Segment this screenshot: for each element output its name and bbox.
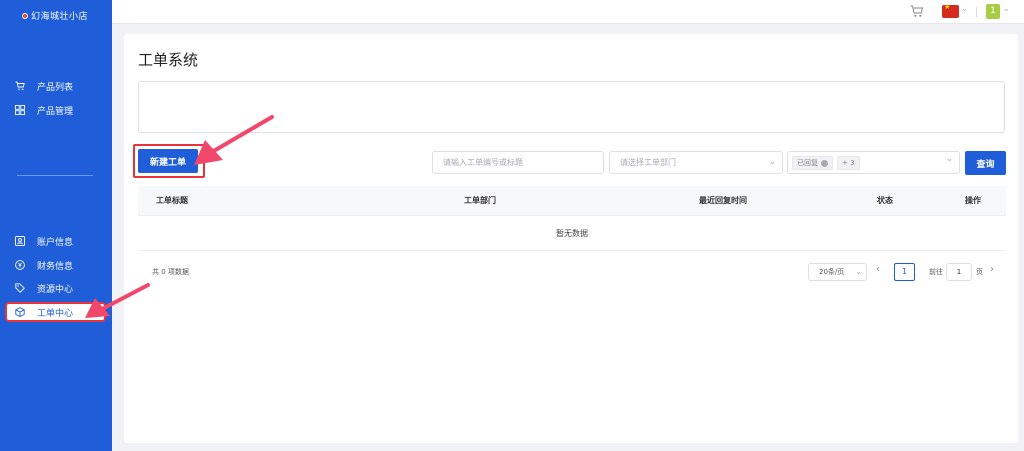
column-header-department: 工单部门: [464, 196, 496, 205]
column-header-actions: 操作: [965, 196, 981, 205]
sidebar-item-finance[interactable]: 财务信息: [14, 256, 73, 274]
avatar[interactable]: 1: [986, 4, 1000, 19]
close-icon[interactable]: [821, 159, 828, 167]
page-size-value: 20条/页: [819, 268, 845, 276]
chevron-down-icon[interactable]: ⌄: [1003, 4, 1010, 13]
chevron-down-icon[interactable]: ⌄: [961, 4, 968, 13]
sidebar-item-resources[interactable]: 资源中心: [14, 279, 73, 297]
goto-page-input[interactable]: 1: [946, 263, 972, 281]
empty-state: 暂无数据: [138, 216, 1006, 251]
logo-text: 幻海城壮小店: [31, 12, 89, 22]
sidebar: 幻海城壮小店 产品列表 产品管理 账户信息 财务信息 资源中心 工单中心: [0, 0, 112, 451]
logo[interactable]: 幻海城壮小店: [22, 9, 88, 22]
logo-icon: [22, 12, 28, 19]
prev-page-icon[interactable]: ‹: [876, 264, 880, 275]
sidebar-item-account[interactable]: 账户信息: [14, 232, 73, 250]
coin-icon: [14, 260, 26, 270]
sidebar-item-label: 产品管理: [37, 106, 74, 117]
grid-icon: [14, 105, 26, 115]
notice-textarea[interactable]: [138, 81, 1005, 133]
page-title: 工单系统: [138, 51, 199, 69]
sidebar-item-label: 财务信息: [37, 261, 74, 272]
sidebar-item-label: 账户信息: [37, 237, 74, 248]
cart-icon: [14, 81, 26, 91]
column-header-status: 状态: [877, 196, 893, 205]
column-header-last-reply: 最近回复时间: [699, 196, 747, 205]
sidebar-item-label: 工单中心: [37, 308, 74, 319]
goto-label: 前往: [929, 268, 943, 276]
tag-icon: [14, 283, 26, 293]
chevron-down-icon: ⌄: [768, 157, 776, 167]
sidebar-item-label: 产品列表: [37, 82, 74, 93]
sidebar-item-ticket-center[interactable]: 工单中心: [5, 302, 106, 322]
top-bar: ⌄ 1 ⌄: [112, 0, 1024, 24]
sidebar-divider: [17, 175, 93, 176]
department-select[interactable]: 请选择工单部门 ⌄: [609, 151, 783, 174]
chevron-down-icon: ⌄: [945, 154, 953, 164]
next-page-icon[interactable]: ›: [990, 264, 994, 275]
query-button[interactable]: 查询: [965, 151, 1006, 175]
ticket-search-input[interactable]: 请输入工单编号或标题: [432, 151, 604, 174]
status-tag-label: 已回复: [797, 159, 818, 167]
department-placeholder: 请选择工单部门: [620, 158, 676, 167]
status-more-tag: + 3: [837, 156, 860, 170]
column-header-title: 工单标题: [156, 196, 188, 205]
status-select[interactable]: 已回复 + 3 ⌄: [787, 151, 960, 174]
sidebar-item-product-manage[interactable]: 产品管理: [14, 101, 73, 119]
new-ticket-button[interactable]: 新建工单: [138, 149, 198, 173]
topbar-separator: [976, 7, 977, 17]
sidebar-item-product-list[interactable]: 产品列表: [14, 77, 73, 95]
app-root: 幻海城壮小店 产品列表 产品管理 账户信息 财务信息 资源中心 工单中心 ★ ⌄…: [0, 0, 1024, 451]
page-unit-label: 页: [976, 268, 983, 276]
box-icon: [14, 307, 26, 317]
total-count: 共 0 项数据: [152, 268, 189, 276]
sidebar-item-label: 资源中心: [37, 284, 74, 295]
page-size-select[interactable]: 20条/页 ⌄: [808, 263, 867, 281]
ticket-card: 工单系统 新建工单 请输入工单编号或标题 请选择工单部门 ⌄ 已回复 + 3 ⌄…: [124, 34, 1018, 443]
id-card-icon: [14, 236, 26, 246]
chevron-down-icon: ⌄: [855, 267, 862, 276]
china-flag-icon[interactable]: [942, 3, 959, 18]
page-number[interactable]: 1: [894, 263, 915, 281]
status-tag[interactable]: 已回复: [792, 156, 833, 170]
table-header: 工单标题 工单部门 最近回复时间 状态 操作: [138, 186, 1006, 216]
shopping-cart-icon[interactable]: [910, 5, 924, 19]
